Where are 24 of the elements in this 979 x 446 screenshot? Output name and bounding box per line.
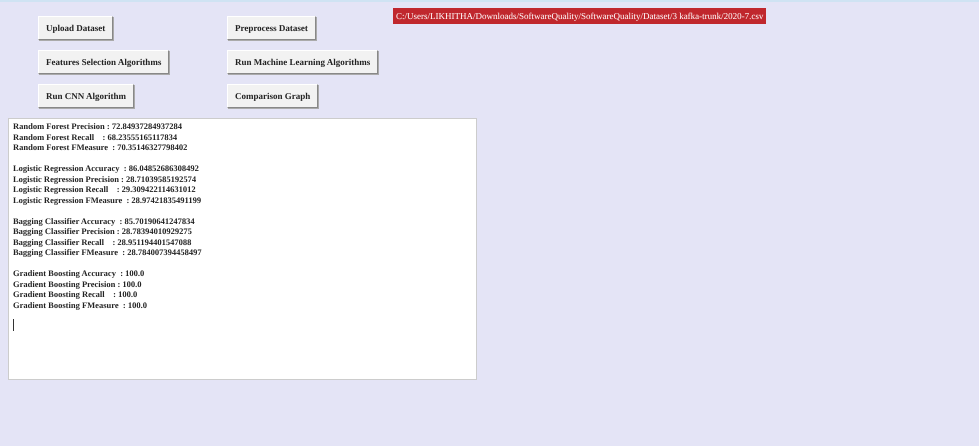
output-line: Gradient Boosting FMeasure : 100.0 bbox=[13, 300, 147, 310]
output-line: Logistic Regression Precision : 28.71039585192574 bbox=[13, 174, 196, 184]
action-button[interactable]: Upload Dataset bbox=[38, 16, 114, 40]
output-line: Gradient Boosting Accuracy : 100.0 bbox=[13, 268, 144, 278]
output-line: Random Forest Precision : 72.84937284937284 bbox=[13, 121, 182, 132]
output-line: Gradient Boosting Precision : 100.0 bbox=[13, 278, 142, 289]
output-line: Logistic Regression Recall : 29.309422114631012 bbox=[13, 184, 196, 194]
output-line: Bagging Classifier Precision : 28.78394010929275 bbox=[13, 226, 192, 236]
output-text-area[interactable] bbox=[8, 118, 477, 380]
action-button[interactable]: Features Selection Algorithms bbox=[38, 50, 170, 74]
output-line: Random Forest Recall : 68.23555165117834 bbox=[13, 132, 178, 142]
output-line: Gradient Boosting Recall : 100.0 bbox=[13, 289, 138, 300]
action-button[interactable]: Preprocess Dataset bbox=[227, 16, 316, 40]
output-line: Bagging Classifier Recall : 28.951194401547088 bbox=[13, 236, 192, 247]
text-cursor-icon bbox=[13, 318, 14, 330]
output-line: Bagging Classifier FMeasure : 28.784007394458497 bbox=[13, 247, 202, 258]
output-line: Bagging Classifier Accuracy : 85.70190641247834 bbox=[13, 216, 195, 226]
action-button[interactable]: Run CNN Algorithm bbox=[38, 84, 134, 108]
output-line: Logistic Regression FMeasure : 28.97421835491199 bbox=[13, 194, 202, 205]
action-button[interactable]: Run Machine Learning Algorithms bbox=[227, 50, 378, 74]
file-path-label: C:/Users/LIKHITHA/Downloads/SoftwareQuality/SoftwareQuality/Dataset/3 kafka-trunk/2020-7.csv bbox=[393, 8, 766, 24]
output-line: Logistic Regression Accuracy : 86.04852686308492 bbox=[13, 163, 199, 174]
output-line: Random Forest FMeasure : 70.35146327798402 bbox=[13, 142, 188, 152]
action-button[interactable]: Comparison Graph bbox=[227, 84, 318, 108]
